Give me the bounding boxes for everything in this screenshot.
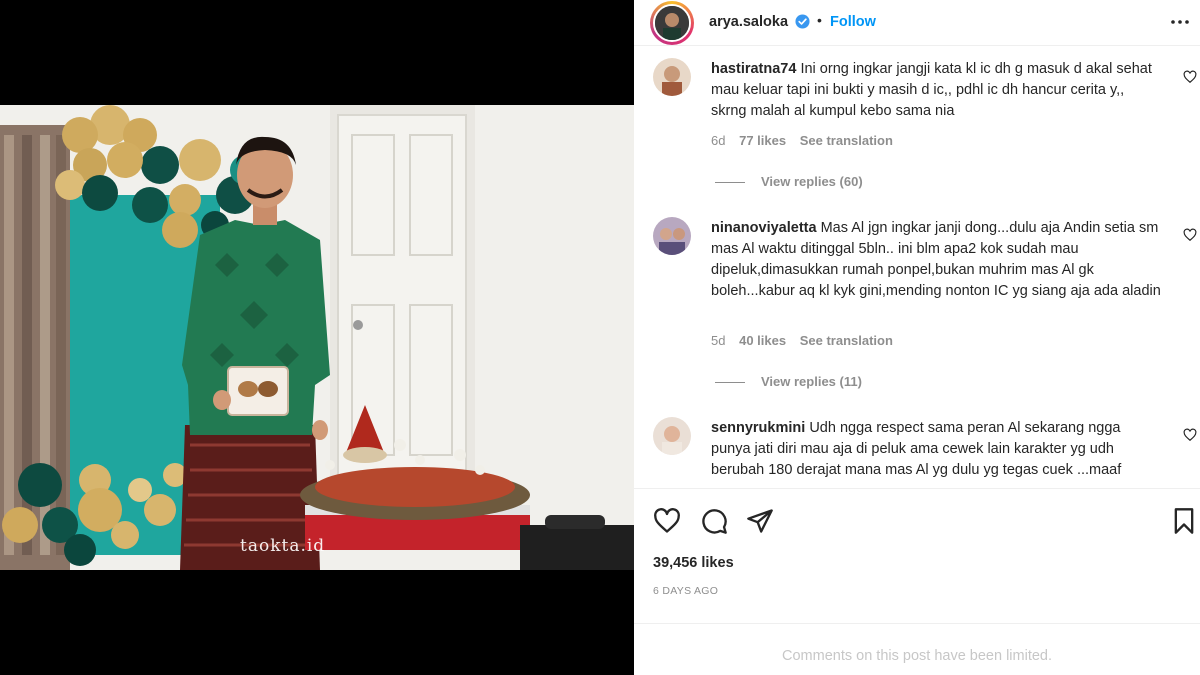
comment-like-icon[interactable] (1183, 228, 1197, 242)
author-avatar[interactable] (653, 4, 691, 42)
post-side-panel: arya.saloka • Follow hastiratna74 Ini or… (634, 0, 1200, 675)
post-actions: 39,456 likes 6 DAYS AGO (634, 488, 1200, 623)
comment-body: sennyrukmini Udh ngga respect sama peran… (711, 418, 1161, 481)
comment-avatar[interactable] (653, 58, 691, 96)
author-username[interactable]: arya.saloka (709, 14, 788, 30)
comment-avatar[interactable] (653, 417, 691, 455)
see-translation-link[interactable]: See translation (800, 333, 893, 348)
more-icon[interactable] (1170, 14, 1190, 30)
comment-likes[interactable]: 40 likes (739, 333, 786, 348)
post-media[interactable]: taokta.id (0, 0, 634, 675)
comment-meta: 5d 40 likes See translation (711, 333, 903, 348)
post-date: 6 DAYS AGO (653, 585, 719, 597)
comment-body: ninanoviyaletta Mas Al jgn ingkar janji … (711, 218, 1161, 302)
see-translation-link[interactable]: See translation (800, 133, 893, 148)
header-separator: • (817, 12, 822, 28)
view-replies-button[interactable]: View replies (11) (715, 374, 862, 389)
follow-button[interactable]: Follow (830, 14, 876, 30)
photo-illustration (0, 105, 634, 570)
photo-watermark: taokta.id (240, 536, 326, 556)
post-photo[interactable] (0, 105, 634, 570)
likes-count[interactable]: 39,456 likes (653, 555, 734, 571)
bookmark-icon[interactable] (1170, 507, 1198, 535)
comment-meta: 6d 77 likes See translation (711, 133, 903, 148)
comment-like-icon[interactable] (1183, 428, 1197, 442)
view-replies-button[interactable]: View replies (60) (715, 174, 863, 189)
comment-age: 6d (711, 133, 726, 148)
comment-avatar[interactable] (653, 217, 691, 255)
comment-username[interactable]: sennyrukmini (711, 420, 805, 436)
post-header: arya.saloka • Follow (634, 0, 1200, 46)
comments-list[interactable]: hastiratna74 Ini orng ingkar jangji kata… (634, 46, 1200, 488)
comment-age: 5d (711, 333, 726, 348)
comment-username[interactable]: hastiratna74 (711, 61, 796, 77)
comment-username[interactable]: ninanoviyaletta (711, 220, 817, 236)
comment-like-icon[interactable] (1183, 70, 1197, 84)
share-icon[interactable] (746, 507, 774, 535)
author-avatar-ring[interactable] (650, 1, 694, 45)
comment-likes[interactable]: 77 likes (739, 133, 786, 148)
comment-icon[interactable] (700, 507, 728, 535)
comments-limited-notice: Comments on this post have been limited. (634, 623, 1200, 675)
verified-badge-icon (795, 14, 810, 29)
heart-icon[interactable] (653, 507, 681, 535)
comment-body: hastiratna74 Ini orng ingkar jangji kata… (711, 59, 1161, 122)
